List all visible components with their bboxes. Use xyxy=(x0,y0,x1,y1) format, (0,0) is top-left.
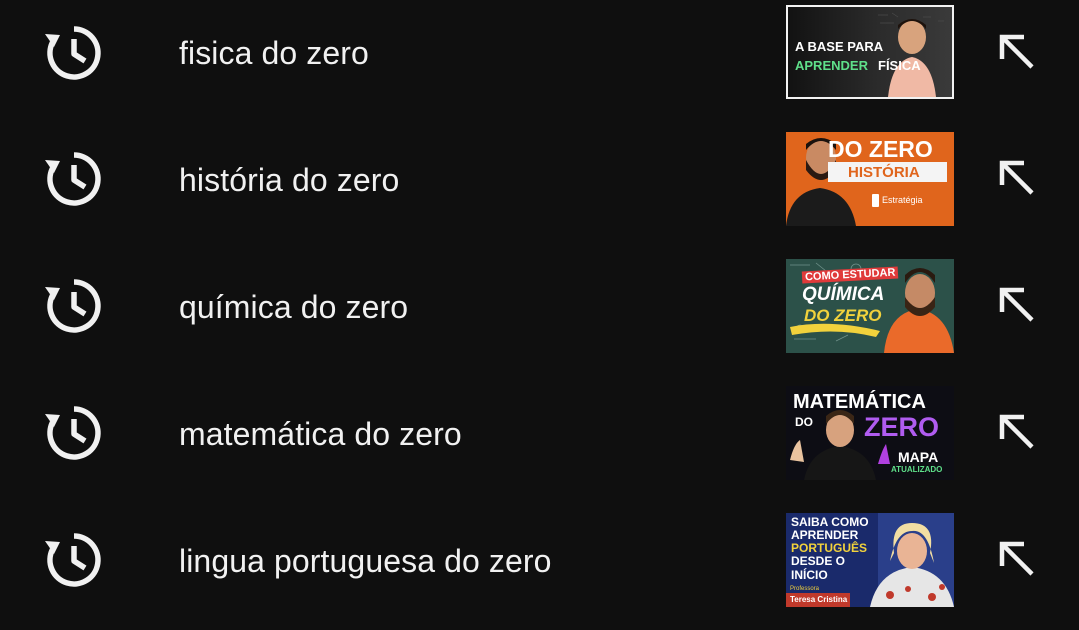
search-history-list: fisica do zero A BASE PARA APRENDER FÍSI… xyxy=(0,0,1079,630)
thumbnail-text: PORTUGUÊS xyxy=(791,541,868,555)
history-icon xyxy=(45,406,101,460)
history-query: matemática do zero xyxy=(179,416,462,452)
history-icon xyxy=(45,152,101,206)
history-query: química do zero xyxy=(179,289,409,325)
history-icon xyxy=(45,26,101,80)
arrow-up-left-icon[interactable] xyxy=(994,536,1040,582)
thumbnail-text: Estratégia xyxy=(882,195,923,205)
thumbnail-text: SAIBA COMO xyxy=(791,515,869,529)
thumbnail-text: QUÍMICA xyxy=(802,284,885,305)
thumbnail-text: INÍCIO xyxy=(791,568,828,582)
thumbnail-text: HISTÓRIA xyxy=(848,164,920,181)
video-thumbnail[interactable]: DO ZERO HISTÓRIA Estratégia xyxy=(786,132,954,226)
history-query: história do zero xyxy=(179,162,400,198)
arrow-up-left-icon[interactable] xyxy=(994,409,1040,455)
thumbnail-text: DO ZERO xyxy=(828,136,933,162)
history-row[interactable]: fisica do zero A BASE PARA APRENDER FÍSI… xyxy=(0,0,1079,120)
video-thumbnail[interactable]: COMO ESTUDAR QUÍMICA DO ZERO xyxy=(786,259,954,353)
thumbnail-text: A BASE PARA xyxy=(795,39,884,54)
history-icon xyxy=(45,533,101,587)
thumbnail-text: DO xyxy=(795,415,813,429)
arrow-up-left-icon[interactable] xyxy=(994,155,1040,201)
thumbnail-text: Professora xyxy=(790,586,820,592)
arrow-up-left-icon[interactable] xyxy=(994,29,1040,75)
history-row[interactable]: matemática do zero MATEMÁTICA DO ZERO MA… xyxy=(0,381,1079,501)
thumbnail-text: APRENDER xyxy=(791,528,859,542)
arrow-up-left-icon[interactable] xyxy=(994,282,1040,328)
thumbnail-text: FÍSICA xyxy=(878,58,921,73)
thumbnail-text: DO ZERO xyxy=(804,306,882,325)
history-query: fisica do zero xyxy=(179,35,369,71)
history-row[interactable]: lingua portuguesa do zero SAIBA COMO APR… xyxy=(0,508,1079,628)
history-row[interactable]: química do zero COMO ESTUDAR QUÍMICA DO … xyxy=(0,254,1079,374)
video-thumbnail[interactable]: SAIBA COMO APRENDER PORTUGUÊS DESDE O IN… xyxy=(786,513,954,607)
thumbnail-text: Teresa Cristina xyxy=(790,595,848,604)
thumbnail-text: MATEMÁTICA xyxy=(793,391,926,413)
thumbnail-text: MAPA xyxy=(898,449,939,465)
thumbnail-text: ATUALIZADO xyxy=(891,465,943,474)
thumbnail-text: ZERO xyxy=(864,412,940,442)
video-thumbnail[interactable]: A BASE PARA APRENDER FÍSICA xyxy=(786,5,954,99)
thumbnail-text: APRENDER xyxy=(795,58,868,73)
history-query: lingua portuguesa do zero xyxy=(179,543,552,579)
history-icon xyxy=(45,279,101,333)
history-row[interactable]: história do zero DO ZERO HISTÓRIA Estrat… xyxy=(0,127,1079,247)
video-thumbnail[interactable]: MATEMÁTICA DO ZERO MAPA ATUALIZADO xyxy=(786,386,954,480)
thumbnail-text: DESDE O xyxy=(791,554,846,568)
